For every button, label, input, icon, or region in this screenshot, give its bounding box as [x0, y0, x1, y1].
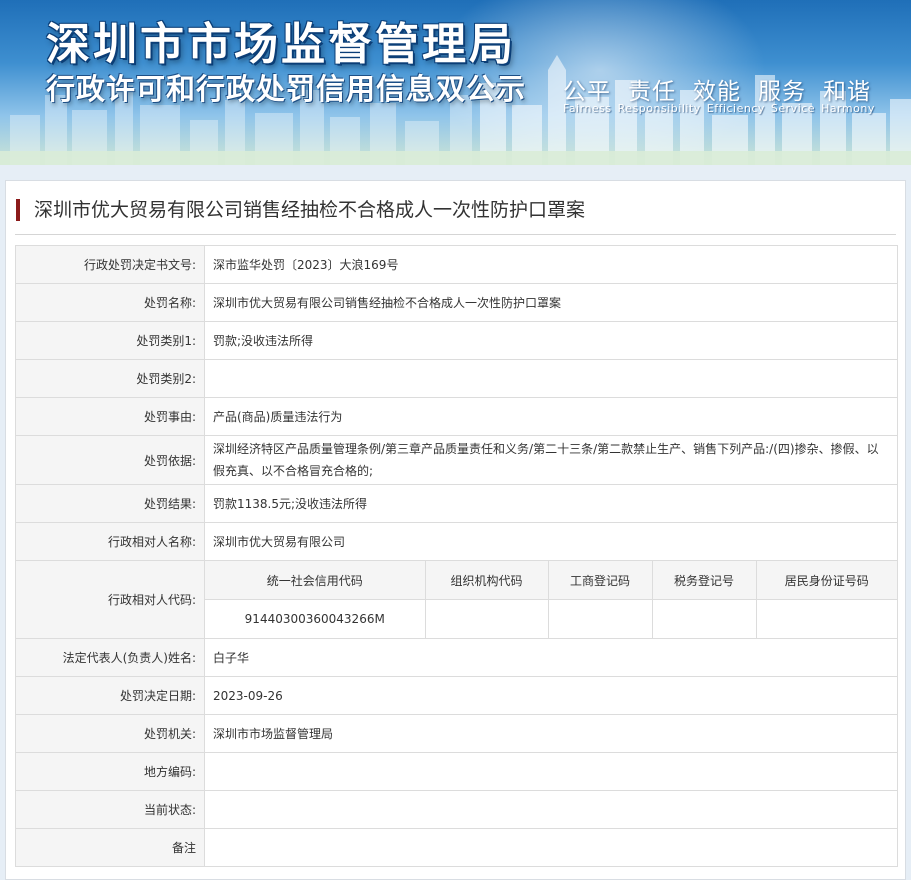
slogan-en-item: Efficiency [706, 102, 765, 115]
party-codes-cell: 统一社会信用代码 组织机构代码 工商登记码 税务登记号 居民身份证号码 9144… [204, 560, 898, 639]
header-banner: 深圳市市场监督管理局 行政许可和行政处罚信用信息双公示 公平 责任 效能 服务 和谐 F… [0, 0, 911, 165]
region-code [204, 752, 898, 791]
decision-doc-number: 深市监华处罚〔2023〕大浪169号 [204, 245, 898, 284]
table-row: 处罚依据: 深圳经济特区产品质量管理条例/第三章产品质量责任和义务/第二十三条/… [15, 435, 898, 485]
slogan-cn: 公平 责任 效能 服务 和谐 [563, 72, 888, 106]
table-row: 处罚事由: 产品(商品)质量违法行为 [15, 397, 898, 436]
penalty-authority: 深圳市市场监督管理局 [204, 714, 898, 753]
row-label: 行政相对人代码: [15, 560, 205, 639]
row-label: 处罚机关: [15, 714, 205, 753]
row-label: 当前状态: [15, 790, 205, 829]
table-row: 处罚结果: 罚款1138.5元;没收违法所得 [15, 484, 898, 523]
title-divider [15, 234, 896, 235]
penalty-category-2 [204, 359, 898, 398]
agency-title: 深圳市市场监督管理局 [46, 19, 516, 70]
table-row: 行政相对人代码: 统一社会信用代码 组织机构代码 工商登记码 税务登记号 居民身… [15, 560, 898, 639]
code-header: 组织机构代码 [424, 561, 549, 600]
penalty-result: 罚款1138.5元;没收违法所得 [204, 484, 898, 523]
table-row: 91440300360043266M [205, 599, 897, 638]
table-row: 处罚名称: 深圳市优大贸易有限公司销售经抽检不合格成人一次性防护口罩案 [15, 283, 898, 322]
id-card-value [755, 599, 897, 638]
agency-subtitle: 行政许可和行政处罚信用信息双公示 [46, 72, 527, 106]
table-row: 统一社会信用代码 组织机构代码 工商登记码 税务登记号 居民身份证号码 [205, 561, 897, 600]
table-row: 处罚决定日期: 2023-09-26 [15, 676, 898, 715]
row-label: 处罚决定日期: [15, 676, 205, 715]
case-title: 深圳市优大贸易有限公司销售经抽检不合格成人一次性防护口罩案 [16, 199, 585, 221]
table-row: 备注 [15, 828, 898, 867]
party-name: 深圳市优大贸易有限公司 [204, 522, 898, 561]
slogan-en-item: Service [770, 102, 816, 115]
table-row: 法定代表人(负责人)姓名: 白子华 [15, 638, 898, 677]
table-row: 行政相对人名称: 深圳市优大贸易有限公司 [15, 522, 898, 561]
slogan-en: Fairness Responsibility Efficiency Service H… [563, 102, 881, 115]
row-label: 行政处罚决定书文号: [15, 245, 205, 284]
decision-date: 2023-09-26 [204, 676, 898, 715]
party-codes-table: 统一社会信用代码 组织机构代码 工商登记码 税务登记号 居民身份证号码 9144… [205, 561, 897, 638]
credit-code-value: 91440300360043266M [205, 599, 426, 638]
table-row: 处罚机关: 深圳市市场监督管理局 [15, 714, 898, 753]
slogan-en-item: Fairness [563, 102, 612, 115]
row-label: 处罚名称: [15, 283, 205, 322]
table-row: 当前状态: [15, 790, 898, 829]
table-row: 处罚类别1: 罚款;没收违法所得 [15, 321, 898, 360]
row-label: 处罚类别2: [15, 359, 205, 398]
row-label: 处罚依据: [15, 435, 205, 485]
current-status [204, 790, 898, 829]
penalty-basis: 深圳经济特区产品质量管理条例/第三章产品质量责任和义务/第二十三条/第二款禁止生… [204, 435, 898, 485]
code-header: 工商登记码 [547, 561, 653, 600]
org-code-value [424, 599, 549, 638]
table-row: 行政处罚决定书文号: 深市监华处罚〔2023〕大浪169号 [15, 245, 898, 284]
penalty-category-1: 罚款;没收违法所得 [204, 321, 898, 360]
slogan-en-item: Responsibility [617, 102, 701, 115]
legal-rep-name: 白子华 [204, 638, 898, 677]
row-label: 处罚结果: [15, 484, 205, 523]
case-info-table: 行政处罚决定书文号: 深市监华处罚〔2023〕大浪169号 处罚名称: 深圳市优… [15, 245, 898, 867]
code-header: 统一社会信用代码 [205, 561, 426, 600]
tax-reg-value [651, 599, 757, 638]
row-label: 备注 [15, 828, 205, 867]
table-row: 地方编码: [15, 752, 898, 791]
row-label: 地方编码: [15, 752, 205, 791]
row-label: 处罚事由: [15, 397, 205, 436]
table-row: 处罚类别2: [15, 359, 898, 398]
penalty-name: 深圳市优大贸易有限公司销售经抽检不合格成人一次性防护口罩案 [204, 283, 898, 322]
row-label: 处罚类别1: [15, 321, 205, 360]
row-label: 行政相对人名称: [15, 522, 205, 561]
content-panel: 深圳市优大贸易有限公司销售经抽检不合格成人一次性防护口罩案 行政处罚决定书文号:… [5, 180, 906, 880]
code-header: 税务登记号 [651, 561, 757, 600]
business-reg-value [547, 599, 653, 638]
penalty-reason: 产品(商品)质量违法行为 [204, 397, 898, 436]
remark [204, 828, 898, 867]
row-label: 法定代表人(负责人)姓名: [15, 638, 205, 677]
code-header: 居民身份证号码 [755, 561, 897, 600]
slogan-en-item: Harmony [821, 102, 875, 115]
